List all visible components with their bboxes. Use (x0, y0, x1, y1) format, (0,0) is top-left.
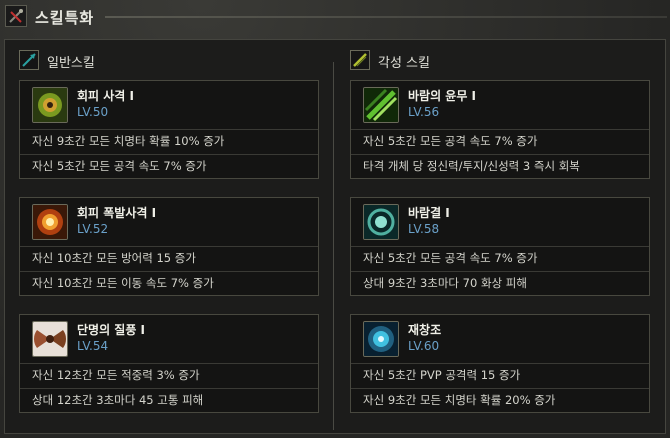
green-orb-icon (32, 87, 68, 123)
skill-effect: 자신 10초간 모든 방어력 15 증가 (20, 246, 318, 270)
skill-effect: 자신 9초간 모든 치명타 확률 20% 증가 (351, 388, 649, 412)
skill-level: LV.58 (408, 222, 440, 236)
skill-name: 회피 폭발사격 I (77, 206, 157, 220)
skill-level: LV.54 (77, 339, 109, 353)
skill-specialization-icon (5, 5, 27, 27)
wind-swirl-icon (363, 204, 399, 240)
skill-card-header: 재창조 LV.60 (351, 315, 649, 363)
column-divider (333, 62, 334, 430)
skill-name: 바람결 I (408, 206, 450, 220)
skill-name: 단명의 질풍 I (77, 323, 146, 337)
skill-card[interactable]: 재창조 LV.60 자신 5초간 PVP 공격력 15 증가 자신 9초간 모든… (350, 314, 650, 413)
skill-effect: 자신 5초간 모든 공격 속도 7% 증가 (351, 129, 649, 153)
skill-card-header: 회피 폭발사격 I LV.52 (20, 198, 318, 246)
skill-level: LV.60 (408, 339, 440, 353)
skill-card-header: 바람의 윤무 I LV.56 (351, 81, 649, 129)
sword-icon (350, 50, 370, 70)
skill-card-header: 회피 사격 I LV.50 (20, 81, 318, 129)
skill-card[interactable]: 단명의 질풍 I LV.54 자신 12초간 모든 적중력 3% 증가 상대 1… (19, 314, 319, 413)
skill-effect: 자신 5초간 PVP 공격력 15 증가 (351, 363, 649, 387)
skill-level: LV.56 (408, 105, 440, 119)
cyan-vortex-icon (363, 321, 399, 357)
skill-card[interactable]: 바람의 윤무 I LV.56 자신 5초간 모든 공격 속도 7% 증가 타격 … (350, 80, 650, 179)
skill-name: 회피 사격 I (77, 89, 134, 103)
column-header-general: 일반스킬 (19, 50, 219, 72)
skill-effect: 타격 개체 당 정신력/투지/신성력 3 즉시 회복 (351, 154, 649, 178)
green-slash-icon (363, 87, 399, 123)
skill-effect: 자신 5초간 모든 공격 속도 7% 증가 (20, 154, 318, 178)
skill-effect: 자신 5초간 모든 공격 속도 7% 증가 (351, 246, 649, 270)
skill-card[interactable]: 바람결 I LV.58 자신 5초간 모든 공격 속도 7% 증가 상대 9초간… (350, 197, 650, 296)
column-title: 각성 스킬 (378, 56, 430, 71)
skill-effect: 상대 9초간 3초마다 70 화상 피해 (351, 271, 649, 295)
skill-card-header: 단명의 질풍 I LV.54 (20, 315, 318, 363)
skill-name: 바람의 윤무 I (408, 89, 477, 103)
window-header: 스킬특화 (5, 5, 667, 31)
page-title: 스킬특화 (35, 9, 95, 27)
skill-effect: 자신 9초간 모든 치명타 확률 10% 증가 (20, 129, 318, 153)
arrow-icon (19, 50, 39, 70)
fire-burst-icon (32, 204, 68, 240)
skill-effect: 상대 12초간 3초마다 45 고통 피해 (20, 388, 318, 412)
skill-card[interactable]: 회피 폭발사격 I LV.52 자신 10초간 모든 방어력 15 증가 자신 … (19, 197, 319, 296)
skill-card-header: 바람결 I LV.58 (351, 198, 649, 246)
header-divider (105, 16, 667, 18)
skill-card[interactable]: 회피 사격 I LV.50 자신 9초간 모든 치명타 확률 10% 증가 자신… (19, 80, 319, 179)
skill-name: 재창조 (408, 323, 442, 337)
column-header-awakening: 각성 스킬 (350, 50, 550, 72)
whirlwind-icon (32, 321, 68, 357)
skill-effect: 자신 10초간 모든 이동 속도 7% 증가 (20, 271, 318, 295)
column-title: 일반스킬 (47, 56, 95, 71)
skill-level: LV.52 (77, 222, 109, 236)
skill-level: LV.50 (77, 105, 109, 119)
skill-effect: 자신 12초간 모든 적중력 3% 증가 (20, 363, 318, 387)
